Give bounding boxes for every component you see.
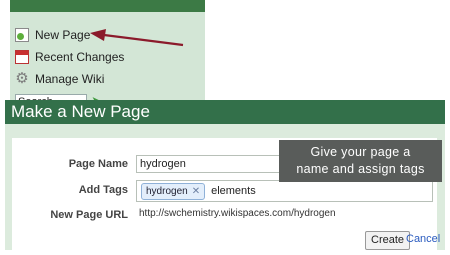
- new-page-url-value: http://swchemistry.wikispaces.com/hydrog…: [139, 208, 336, 219]
- new-page-url-label: New Page URL: [50, 209, 128, 221]
- cancel-link[interactable]: Cancel: [406, 233, 440, 245]
- instruction-callout: Give your page a name and assign tags: [279, 140, 442, 182]
- gear-icon: ⚙: [15, 70, 29, 87]
- sidebar-item-label: Recent Changes: [35, 50, 125, 64]
- calendar-icon: [15, 50, 29, 64]
- callout-line-2: name and assign tags: [296, 162, 425, 176]
- sidebar-item-manage-wiki[interactable]: ⚙ Manage Wiki: [15, 70, 104, 88]
- tag-typed-text: elements: [211, 185, 256, 197]
- create-button[interactable]: Create: [365, 231, 411, 250]
- sidebar-top-bar: [10, 0, 205, 12]
- sidebar-item-label: Manage Wiki: [35, 72, 105, 86]
- add-tags-label: Add Tags: [78, 184, 128, 196]
- sidebar-item-recent-changes[interactable]: Recent Changes: [15, 48, 124, 66]
- dialog-title: Make a New Page: [5, 100, 445, 124]
- tag-chip: hydrogen ✕: [141, 182, 206, 200]
- page-name-label: Page Name: [68, 158, 128, 170]
- sidebar-item-label: New Page: [35, 28, 91, 42]
- tag-chip-label: hydrogen: [146, 185, 188, 197]
- new-page-icon: [15, 28, 29, 42]
- remove-tag-icon[interactable]: ✕: [192, 186, 200, 197]
- sidebar-item-new-page[interactable]: New Page: [15, 26, 90, 44]
- callout-line-1: Give your page a: [310, 145, 411, 159]
- tags-input[interactable]: hydrogen ✕ elements: [136, 180, 433, 202]
